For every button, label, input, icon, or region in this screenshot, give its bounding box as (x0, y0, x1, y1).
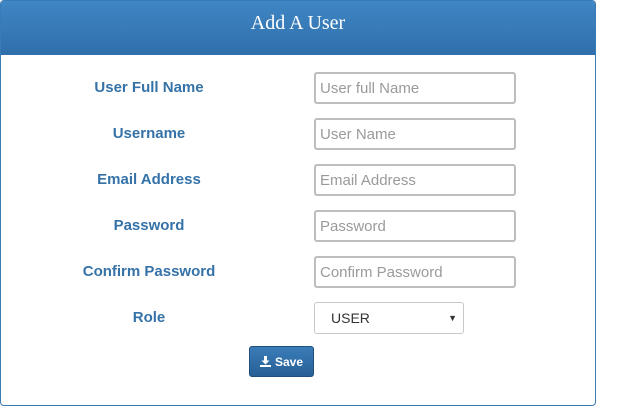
confirm-password-label: Confirm Password (82, 263, 216, 280)
email-input[interactable] (314, 164, 516, 196)
password-label: Password (113, 217, 185, 234)
role-select[interactable]: USER ▼ (314, 302, 464, 334)
full-name-label: User Full Name (94, 79, 204, 96)
password-row: Password (1, 210, 597, 242)
save-label: Save (274, 354, 304, 369)
save-button[interactable]: Save (249, 346, 314, 377)
role-row: Role USER ▼ (1, 302, 597, 334)
username-row: Username (1, 118, 597, 150)
full-name-input[interactable] (314, 72, 516, 104)
username-input[interactable] (314, 118, 516, 150)
confirm-password-input[interactable] (314, 256, 516, 288)
download-icon (259, 356, 271, 367)
panel-title: Add A User (1, 1, 595, 55)
email-label: Email Address (97, 171, 201, 188)
password-input[interactable] (314, 210, 516, 242)
email-row: Email Address (1, 164, 597, 196)
confirm-password-row: Confirm Password (1, 256, 597, 288)
role-selected-value: USER (331, 310, 370, 326)
role-label: Role (132, 309, 166, 326)
username-label: Username (112, 125, 186, 142)
full-name-row: User Full Name (1, 72, 597, 104)
chevron-down-icon: ▼ (448, 313, 457, 323)
